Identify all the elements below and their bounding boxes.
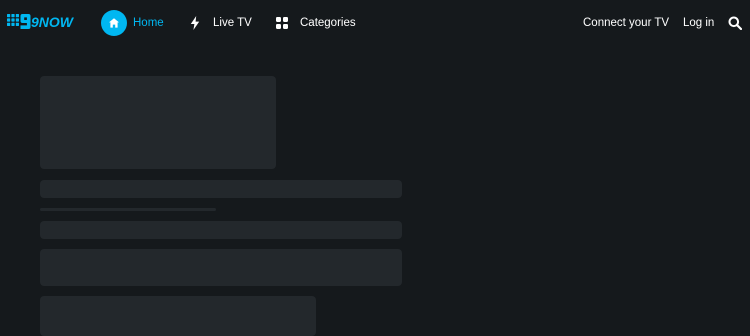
hero-image-placeholder xyxy=(40,76,276,169)
description-line-placeholder xyxy=(40,221,402,239)
action-button-placeholder xyxy=(40,296,316,336)
nav-home[interactable]: Home xyxy=(101,9,164,37)
grid-icon xyxy=(275,17,289,29)
nav-live-tv[interactable]: Live TV xyxy=(188,9,252,37)
nav-categories[interactable]: Categories xyxy=(275,9,356,37)
9now-logo[interactable]: 9NOW xyxy=(7,13,79,31)
nav-categories-label: Categories xyxy=(300,17,356,29)
home-icon xyxy=(101,10,127,36)
logo-wordmark: 9NOW xyxy=(31,14,75,30)
top-navigation-bar: 9NOW Home Live TV Categories Connect you… xyxy=(0,0,750,46)
title-placeholder xyxy=(40,180,402,198)
connect-tv-link[interactable]: Connect your TV xyxy=(583,17,669,29)
login-link[interactable]: Log in xyxy=(683,17,714,29)
lightning-icon xyxy=(188,16,202,30)
search-icon[interactable] xyxy=(728,16,743,31)
description-block-placeholder xyxy=(40,249,402,286)
nav-live-tv-label: Live TV xyxy=(213,17,252,29)
nav-home-label: Home xyxy=(133,17,164,29)
subtitle-line-placeholder xyxy=(40,208,216,211)
